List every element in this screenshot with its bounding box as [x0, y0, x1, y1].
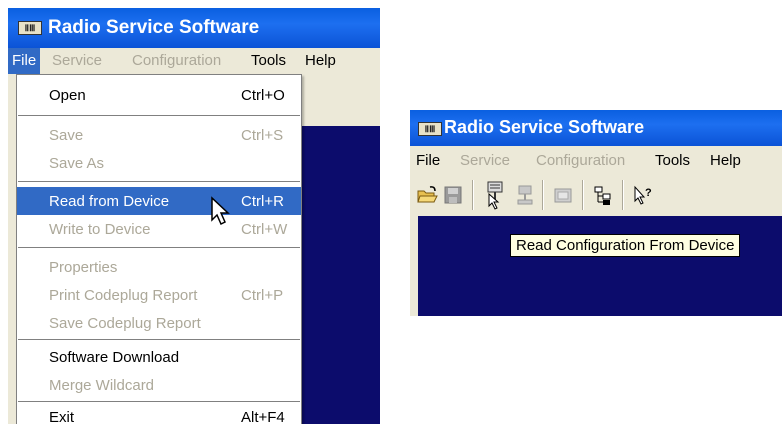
toolbar-separator [582, 180, 584, 210]
help-pointer-icon[interactable]: ? [632, 184, 654, 206]
read-device-icon[interactable] [482, 180, 508, 210]
toolbar: ? [410, 174, 782, 216]
toolbar-separator [542, 180, 544, 210]
menu-help[interactable]: Help [305, 52, 336, 69]
open-folder-icon[interactable] [416, 184, 438, 206]
menu-tools[interactable]: Tools [251, 52, 286, 69]
workspace [418, 216, 782, 316]
menu-file[interactable]: File [8, 48, 41, 74]
menu-item-label: Exit [49, 409, 75, 424]
menu-file[interactable]: File [416, 152, 440, 169]
menu-item-save-codeplug-report[interactable]: Save Codeplug Report [17, 309, 301, 337]
menu-item-label: Save As [49, 155, 105, 172]
mouse-cursor-icon [211, 196, 230, 226]
menu-item-read-from-device[interactable]: Read from Device Ctrl+R [17, 187, 301, 215]
menu-separator [18, 339, 300, 340]
menu-item-shortcut: Ctrl+W [241, 221, 288, 238]
properties-icon[interactable] [552, 184, 574, 206]
menu-separator [18, 115, 300, 116]
menu-configuration[interactable]: Configuration [132, 52, 221, 69]
menu-item-label: Software Download [49, 349, 180, 366]
menu-service[interactable]: Service [460, 152, 510, 169]
menu-item-label: Properties [49, 259, 118, 276]
window-title: Radio Service Software [444, 117, 645, 137]
menu-item-software-download[interactable]: Software Download [17, 343, 301, 371]
toolbar-separator [472, 180, 474, 210]
menu-bar: File Service Configuration Tools Help [410, 146, 782, 174]
menu-item-shortcut: Alt+F4 [241, 409, 285, 424]
menu-item-label: Open [49, 87, 86, 104]
menu-item-label: Print Codeplug Report [49, 287, 198, 304]
menu-item-label: Merge Wildcard [49, 377, 155, 394]
menu-bar: File Service Configuration Tools Help [8, 48, 380, 74]
menu-item-shortcut: Ctrl+S [241, 127, 284, 144]
menu-item-shortcut: Ctrl+P [241, 287, 284, 304]
right-window: ⅡⅢ Radio Service Software File Service C… [410, 110, 782, 316]
menu-service[interactable]: Service [52, 52, 102, 69]
left-window: ⅡⅢ Radio Service Software File Service C… [8, 8, 380, 424]
hierarchy-icon[interactable] [592, 184, 614, 206]
write-device-icon[interactable] [514, 184, 536, 206]
menu-help[interactable]: Help [710, 152, 741, 169]
menu-item-shortcut: Ctrl+R [241, 193, 284, 210]
menu-item-shortcut: Ctrl+O [241, 87, 285, 104]
app-icon: ⅡⅢ [418, 122, 442, 136]
file-menu-dropdown: Open Ctrl+O Save Ctrl+S Save As Read fro… [16, 74, 302, 424]
tooltip: Read Configuration From Device [510, 234, 741, 257]
menu-item-write-to-device[interactable]: Write to Device Ctrl+W [17, 215, 301, 243]
menu-item-label: Save Codeplug Report [49, 315, 201, 332]
menu-separator [18, 181, 300, 182]
svg-text:?: ? [645, 187, 652, 199]
menu-configuration[interactable]: Configuration [536, 152, 625, 169]
title-bar: ⅡⅢ Radio Service Software [8, 8, 380, 48]
title-bar: ⅡⅢ Radio Service Software [410, 110, 782, 146]
menu-separator [18, 247, 300, 248]
menu-item-properties[interactable]: Properties [17, 253, 301, 281]
menu-tools[interactable]: Tools [655, 152, 690, 169]
window-title: Radio Service Software [48, 17, 260, 38]
menu-item-merge-wildcard[interactable]: Merge Wildcard [17, 371, 301, 399]
menu-item-print-codeplug-report[interactable]: Print Codeplug Report Ctrl+P [17, 281, 301, 309]
menu-item-save[interactable]: Save Ctrl+S [17, 121, 301, 149]
menu-separator [18, 401, 300, 402]
menu-item-label: Read from Device [49, 193, 170, 210]
menu-item-open[interactable]: Open Ctrl+O [17, 81, 301, 109]
toolbar-separator [622, 180, 624, 210]
save-icon[interactable] [442, 184, 464, 206]
menu-item-label: Save [49, 127, 84, 144]
menu-item-save-as[interactable]: Save As [17, 149, 301, 177]
menu-item-exit[interactable]: Exit Alt+F4 [17, 403, 301, 424]
app-icon: ⅡⅢ [18, 21, 42, 35]
menu-item-label: Write to Device [49, 221, 151, 238]
